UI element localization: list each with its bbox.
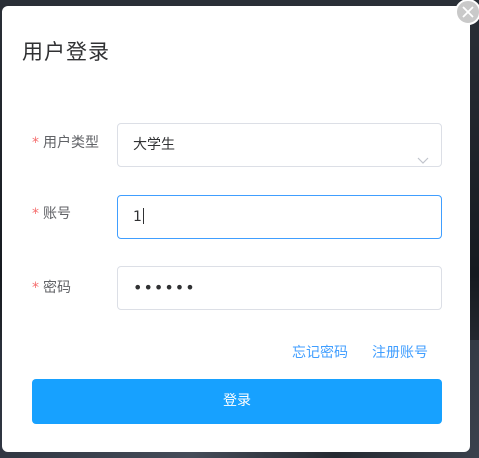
account-label-text: 账号 xyxy=(43,206,71,222)
close-button[interactable] xyxy=(455,0,479,25)
login-button[interactable]: 登录 xyxy=(32,379,442,424)
required-mark: * xyxy=(32,135,39,151)
dialog-title: 用户登录 xyxy=(22,40,110,64)
password-value: •••••• xyxy=(133,278,196,297)
forgot-password-link[interactable]: 忘记密码 xyxy=(292,342,348,362)
chevron-down-icon xyxy=(417,140,429,182)
user-type-select[interactable]: 大学生 xyxy=(117,123,442,167)
text-caret xyxy=(142,207,144,224)
user-type-label-text: 用户类型 xyxy=(43,135,99,151)
account-label: * 账号 xyxy=(32,203,71,223)
register-link[interactable]: 注册账号 xyxy=(372,342,428,362)
close-icon xyxy=(462,6,474,18)
required-mark: * xyxy=(32,206,39,222)
password-input[interactable]: •••••• xyxy=(117,266,442,310)
password-label: * 密码 xyxy=(32,277,71,297)
login-dialog: 用户登录 * 用户类型 大学生 * 账号 1 * 密码 •••••• 忘记密码 注册账… xyxy=(2,6,470,452)
user-type-label: * 用户类型 xyxy=(32,132,99,152)
account-input[interactable]: 1 xyxy=(117,195,442,239)
account-value: 1 xyxy=(133,209,142,225)
required-mark: * xyxy=(32,280,39,296)
password-label-text: 密码 xyxy=(43,280,71,296)
user-type-value: 大学生 xyxy=(133,137,175,153)
